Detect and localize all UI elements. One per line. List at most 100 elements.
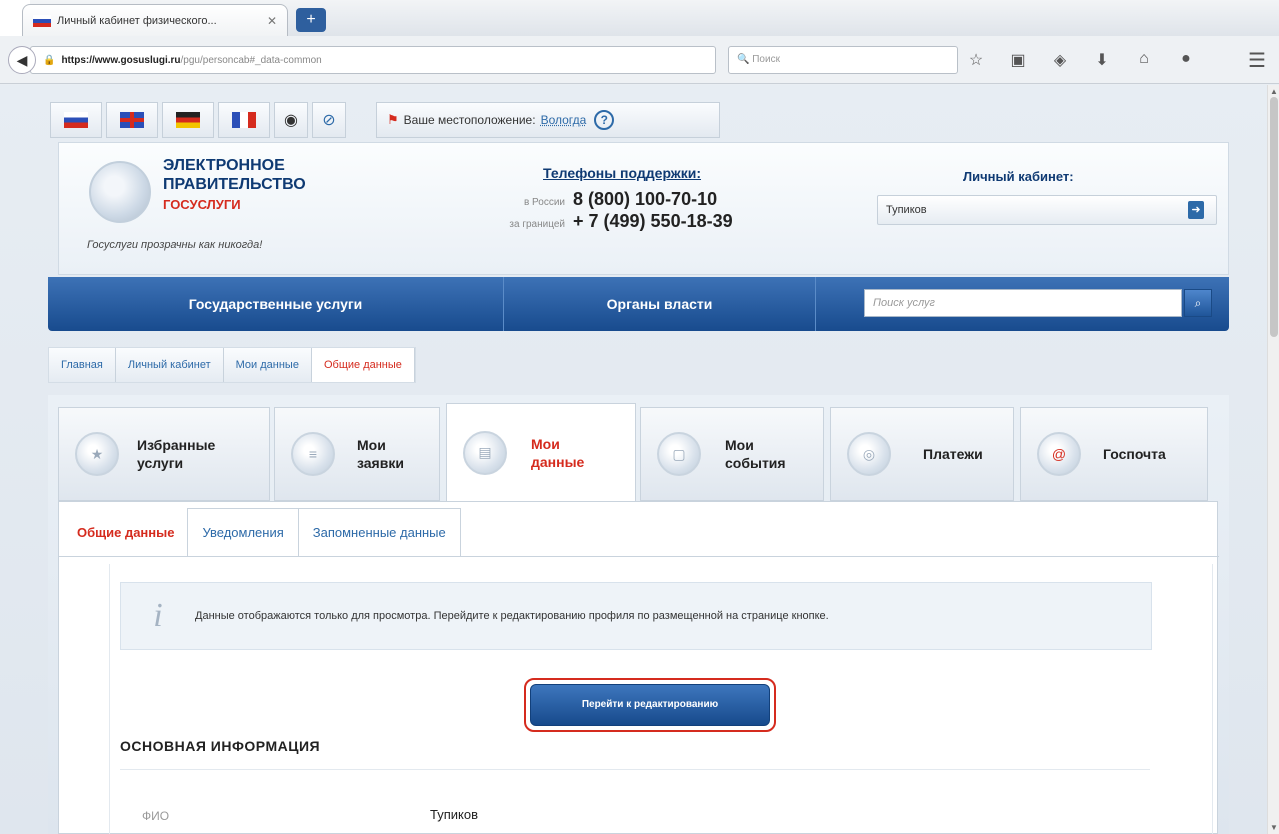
tab-close-icon[interactable]: ✕: [267, 14, 277, 28]
germany-flag-icon: [176, 112, 200, 128]
content-card: Общие данные Уведомления Запомненные дан…: [58, 501, 1219, 834]
subtabs: Общие данные Уведомления Запомненные дан…: [63, 508, 461, 556]
star-icon: ★: [75, 432, 119, 476]
logo-line2[interactable]: ПРАВИТЕЛЬСТВО: [163, 176, 306, 194]
phone-label: в России: [523, 197, 565, 208]
toolbar-icons: ☆ ▣ ◈ ⬇ ⌂ ●: [966, 50, 1196, 70]
search-icon[interactable]: ⌕: [1184, 289, 1212, 317]
tab-label: Избранные услуги: [137, 437, 216, 471]
lock-icon: 🔒: [43, 54, 56, 66]
logo-line1[interactable]: ЭЛЕКТРОННОЕ: [163, 157, 285, 175]
scroll-up-icon[interactable]: ▲: [1270, 87, 1278, 96]
logout-icon[interactable]: ➜: [1188, 201, 1204, 219]
uk-flag-icon: [120, 112, 144, 128]
main-navigation: Государственные услуги Органы власти Пои…: [48, 277, 1229, 331]
browser-toolbar: 🔒 https://www.gosuslugi.ru /pgu/personca…: [0, 36, 1279, 84]
nav-authorities[interactable]: Органы власти: [504, 277, 816, 331]
phone-russia: в России 8 (800) 100-70-10: [473, 189, 793, 210]
coin-icon: ◎: [847, 432, 891, 476]
russia-flag-icon: [64, 112, 88, 128]
subtab-common-data[interactable]: Общие данные: [63, 508, 189, 556]
common-data-panel: i Данные отображаются только для просмот…: [109, 564, 1213, 834]
site-header: ЭЛЕКТРОННОЕ ПРАВИТЕЛЬСТВО ГОСУСЛУГИ Госу…: [58, 142, 1229, 275]
field-value-fio: Тупиков: [430, 807, 478, 822]
gosuslugi-logo-icon[interactable]: [89, 161, 151, 223]
service-search-input[interactable]: Поиск услуг: [864, 289, 1182, 317]
cabinet-title: Личный кабинет:: [963, 169, 1074, 184]
tab-label: Мои заявки: [357, 437, 404, 471]
tab-label: Платежи: [923, 446, 983, 462]
subtab-saved-data[interactable]: Запомненные данные: [297, 508, 461, 556]
language-bar: ◉ ⊘: [50, 102, 346, 138]
browser-search-input[interactable]: 🔍 Поиск: [728, 46, 958, 74]
tab-label: Госпочта: [1103, 446, 1166, 462]
tab-gospochta[interactable]: @ Госпочта: [1020, 407, 1208, 501]
breadcrumb-home[interactable]: Главная: [49, 348, 116, 382]
compass-button[interactable]: ⊘: [312, 102, 346, 138]
scroll-down-icon[interactable]: ▼: [1270, 823, 1278, 832]
edit-profile-button[interactable]: Перейти к редактированию: [530, 684, 770, 726]
location-label: Ваше местоположение:: [403, 113, 536, 127]
tab-label: Мои события: [725, 437, 786, 471]
russia-flag-icon: [33, 14, 51, 27]
breadcrumb-my-data[interactable]: Мои данные: [224, 348, 312, 382]
tab-my-events[interactable]: ▢ Мои события: [640, 407, 824, 501]
at-icon: @: [1037, 432, 1081, 476]
browser-tab[interactable]: Личный кабинет физического... ✕: [22, 4, 288, 36]
scroll-thumb[interactable]: [1270, 97, 1278, 337]
field-label-fio: ФИО: [142, 809, 170, 823]
slogan: Госуслуги прозрачны как никогда!: [87, 239, 263, 251]
tab-my-data[interactable]: ▤ Мои данные: [446, 403, 636, 501]
location-city-link[interactable]: Вологда: [541, 113, 587, 127]
section-area: ★ Избранные услуги ≡ Мои заявки ▤ Мои да…: [48, 395, 1229, 834]
lang-ru-button[interactable]: [50, 102, 102, 138]
back-button[interactable]: ◀: [8, 46, 36, 74]
phone-number: 8 (800) 100-70-10: [573, 189, 718, 209]
clipboard-icon[interactable]: ▣: [1008, 50, 1028, 70]
cabinet-user-button[interactable]: Тупиков ➜: [877, 195, 1217, 225]
menu-icon[interactable]: ☰: [1248, 48, 1266, 73]
subtab-notifications[interactable]: Уведомления: [187, 508, 299, 556]
lang-fr-button[interactable]: [218, 102, 270, 138]
support-phones-link[interactable]: Телефоны поддержки:: [543, 165, 701, 181]
info-icon: i: [153, 597, 163, 634]
phone-abroad: за границей + 7 (499) 550-18-39: [473, 211, 793, 232]
compass-icon: ⊘: [322, 112, 336, 129]
page-scrollbar[interactable]: ▲ ▼: [1267, 85, 1279, 834]
browser-tab-bar: Личный кабинет физического... ✕ +: [0, 0, 1279, 36]
page-viewport: ◉ ⊘ ⚑ Ваше местоположение: Вологда ? ЭЛЕ…: [0, 85, 1267, 834]
calendar-icon: ▢: [657, 432, 701, 476]
help-icon[interactable]: ?: [594, 110, 615, 130]
chat-icon[interactable]: ●: [1176, 50, 1196, 70]
pocket-icon[interactable]: ◈: [1050, 50, 1070, 70]
breadcrumb: Главная Личный кабинет Мои данные Общие …: [48, 347, 416, 383]
accessibility-button[interactable]: ◉: [274, 102, 308, 138]
phone-number: + 7 (499) 550-18-39: [573, 211, 733, 231]
id-card-icon: ▤: [463, 430, 507, 475]
tab-my-requests[interactable]: ≡ Мои заявки: [274, 407, 440, 501]
address-bar[interactable]: 🔒 https://www.gosuslugi.ru /pgu/personca…: [30, 46, 716, 74]
eye-icon: ◉: [284, 112, 298, 129]
cabinet-user-name: Тупиков: [886, 204, 927, 216]
tab-payments[interactable]: ◎ Платежи: [830, 407, 1014, 501]
info-notice: i Данные отображаются только для просмот…: [120, 582, 1152, 650]
star-icon[interactable]: ☆: [966, 50, 986, 70]
section-divider: [120, 769, 1150, 770]
phone-label: за границей: [509, 219, 565, 230]
download-icon[interactable]: ⬇: [1092, 50, 1112, 70]
notice-text: Данные отображаются только для просмотра…: [195, 610, 829, 622]
tab-label: Мои данные: [531, 435, 585, 470]
france-flag-icon: [232, 112, 256, 128]
lang-en-button[interactable]: [106, 102, 158, 138]
breadcrumb-common-data: Общие данные: [311, 348, 415, 382]
breadcrumb-cabinet[interactable]: Личный кабинет: [116, 348, 224, 382]
nav-services[interactable]: Государственные услуги: [48, 277, 504, 331]
lang-de-button[interactable]: [162, 102, 214, 138]
logo-line3[interactable]: ГОСУСЛУГИ: [163, 197, 241, 212]
tab-title: Личный кабинет физического...: [57, 14, 217, 27]
location-bar: ⚑ Ваше местоположение: Вологда ?: [376, 102, 720, 138]
new-tab-button[interactable]: +: [296, 8, 326, 32]
section-title: ОСНОВНАЯ ИНФОРМАЦИЯ: [120, 738, 321, 754]
tab-favorite-services[interactable]: ★ Избранные услуги: [58, 407, 270, 501]
home-icon[interactable]: ⌂: [1134, 50, 1154, 70]
